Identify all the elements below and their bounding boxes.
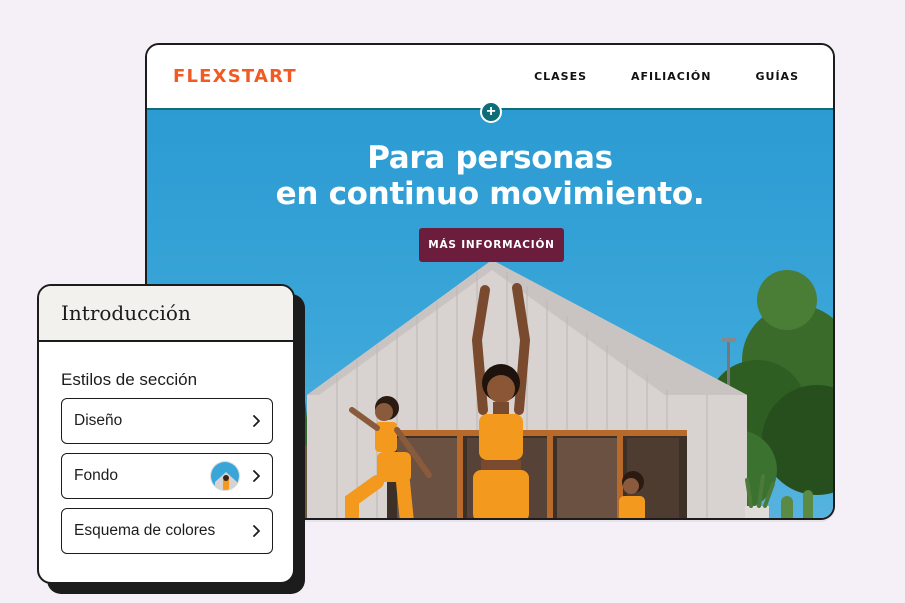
chevron-right-icon (242, 454, 272, 498)
color-scheme-option-button[interactable]: Esquema de colores (61, 508, 273, 554)
panel-title: Introducción (61, 301, 191, 325)
hero-title: Para personas en continuo movimiento. (147, 140, 833, 212)
background-option-button[interactable]: Fondo (61, 453, 273, 499)
section-styles-heading: Estilos de sección (61, 370, 198, 389)
nav-item-guias[interactable]: GUÍAS (756, 70, 800, 83)
more-info-button[interactable]: MÁS INFORMACIÓN (419, 228, 564, 262)
background-thumbnail (210, 461, 240, 491)
background-option-label: Fondo (74, 467, 118, 484)
plus-icon: + (486, 103, 496, 120)
hero-title-line1: Para personas (367, 140, 613, 176)
section-settings-panel: Introducción Estilos de sección Diseño F… (37, 284, 295, 584)
chevron-right-icon (242, 509, 272, 553)
design-option-button[interactable]: Diseño (61, 398, 273, 444)
color-scheme-option-label: Esquema de colores (74, 522, 216, 539)
design-option-label: Diseño (74, 412, 123, 429)
add-section-button[interactable]: + (480, 101, 502, 123)
chevron-right-icon (242, 399, 272, 443)
site-nav: CLASES AFILIACIÓN GUÍAS (534, 70, 799, 83)
panel-header: Introducción (39, 286, 293, 342)
nav-item-clases[interactable]: CLASES (534, 70, 587, 83)
hero-title-line2: en continuo movimiento. (275, 176, 705, 212)
site-logo[interactable]: FLEXSTART (173, 66, 297, 87)
nav-item-afiliacion[interactable]: AFILIACIÓN (631, 70, 711, 83)
